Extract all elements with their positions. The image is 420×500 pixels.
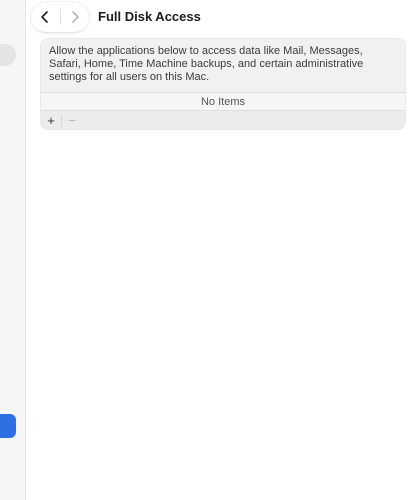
- settings-window: Full Disk Access Allow the applications …: [0, 0, 420, 500]
- chevron-left-icon: [41, 11, 49, 23]
- sidebar-selected-item[interactable]: [0, 414, 16, 438]
- list-toolbar: + −: [41, 111, 405, 129]
- app-list[interactable]: No Items: [41, 92, 405, 111]
- navigation-controls: [31, 2, 89, 32]
- add-app-button[interactable]: +: [41, 111, 61, 129]
- sidebar-search-field[interactable]: [0, 44, 16, 66]
- empty-list-label: No Items: [200, 95, 245, 108]
- back-button[interactable]: [31, 2, 60, 32]
- remove-app-button[interactable]: −: [62, 111, 82, 129]
- description-text: Allow the applications below to access d…: [49, 45, 364, 83]
- sidebar: [0, 0, 26, 500]
- full-disk-access-group: Allow the applications below to access d…: [40, 38, 406, 130]
- forward-button[interactable]: [61, 2, 90, 32]
- page-title: Full Disk Access: [98, 9, 201, 24]
- chevron-right-icon: [71, 11, 79, 23]
